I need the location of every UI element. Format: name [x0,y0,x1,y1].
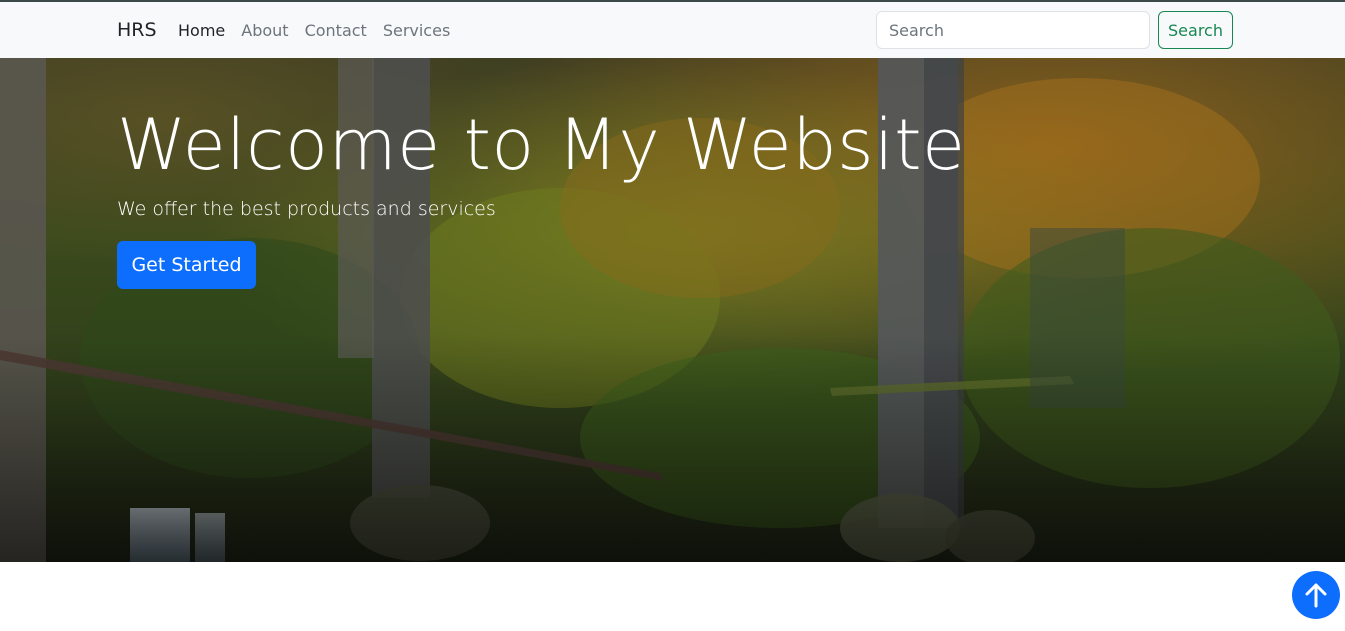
arrow-up-icon [1305,583,1327,608]
nav-link-contact[interactable]: Contact [305,21,367,40]
navbar: HRS Home About Contact Services Search [0,2,1345,58]
nav-link-services[interactable]: Services [383,21,450,40]
hero-subtitle: We offer the best products and services [117,198,496,220]
scroll-to-top-button[interactable] [1292,571,1340,619]
search-button[interactable]: Search [1158,11,1233,49]
nav-link-about[interactable]: About [241,21,288,40]
nav-links: Home About Contact Services [178,21,466,40]
brand-logo[interactable]: HRS [117,19,157,41]
hero-title: Welcome to My Website [117,104,966,186]
search-input[interactable] [876,11,1150,49]
hero-section: Welcome to My Website We offer the best … [0,58,1345,562]
nav-link-home[interactable]: Home [178,21,225,40]
get-started-button[interactable]: Get Started [117,241,256,289]
